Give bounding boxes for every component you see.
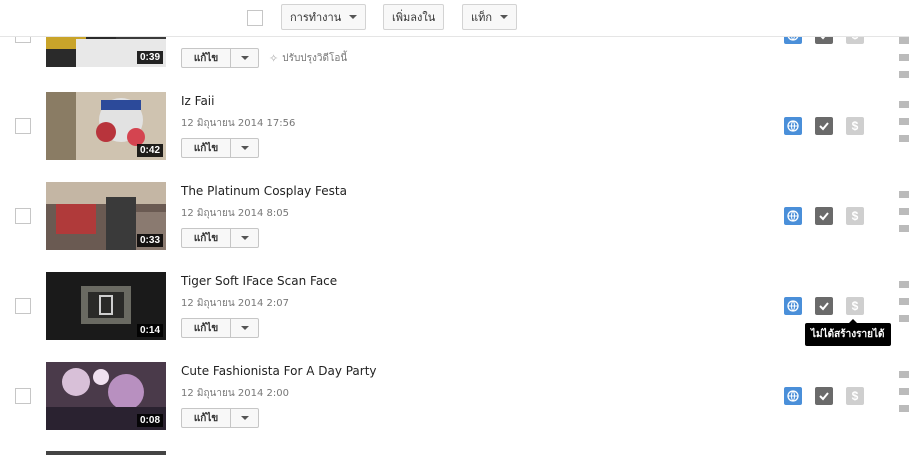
video-title[interactable]: Cute Fashionista For A Day Party: [181, 364, 377, 378]
edit-dropdown-button[interactable]: [231, 138, 259, 158]
duration-badge: 0:14: [136, 324, 163, 337]
edit-dropdown-button[interactable]: [231, 318, 259, 338]
chevron-down-icon: [240, 146, 249, 150]
duration-badge: 0:33: [136, 234, 163, 247]
video-row: 0:14 Tiger Soft IFace Scan Face 12 มิถุน…: [0, 261, 909, 351]
dollar-icon[interactable]: $: [846, 297, 864, 315]
video-title[interactable]: Tiger Soft IFace Scan Face: [181, 274, 337, 288]
stats-icons: [899, 101, 909, 152]
toolbar: การทำงาน เพิ่มลงใน แท็ก: [0, 0, 909, 37]
tags-button[interactable]: แท็ก: [462, 4, 518, 30]
check-icon[interactable]: [815, 297, 833, 315]
upload-date: 12 มิถุนายน 2014 2:07: [181, 298, 289, 309]
globe-icon[interactable]: [784, 297, 802, 315]
edit-button[interactable]: แก้ไข: [181, 48, 231, 68]
edit-button-group: แก้ไข: [181, 408, 259, 428]
video-thumbnail[interactable]: 0:42: [46, 92, 166, 160]
stats-icons: [899, 371, 909, 422]
edit-button[interactable]: แก้ไข: [181, 408, 231, 428]
row-checkbox[interactable]: [15, 388, 31, 404]
add-to-label: เพิ่มลงใน: [392, 11, 436, 24]
edit-dropdown-button[interactable]: [231, 228, 259, 248]
stats-icons: [899, 191, 909, 242]
monetization-tooltip: ไม่ได้สร้างรายได้: [805, 319, 891, 346]
row-checkbox[interactable]: [15, 298, 31, 314]
upload-date: 12 มิถุนายน 2014 17:56: [181, 118, 296, 129]
actions-label: การทำงาน: [290, 11, 342, 24]
magic-wand-icon: ✧: [269, 51, 279, 65]
enhance-video-link[interactable]: ✧ ปรับปรุงวิดีโอนี้: [269, 48, 347, 68]
edit-button-group: แก้ไข: [181, 318, 259, 338]
row-checkbox[interactable]: [15, 208, 31, 224]
actions-button[interactable]: การทำงาน: [281, 4, 367, 30]
edit-button[interactable]: แก้ไข: [181, 228, 231, 248]
duration-badge: 0:42: [136, 144, 163, 157]
video-thumbnail[interactable]: 0:14: [46, 272, 166, 340]
video-row: 0:33 The Platinum Cosplay Festa 12 มิถุน…: [0, 171, 909, 261]
globe-icon[interactable]: [784, 207, 802, 225]
chevron-down-icon: [240, 416, 249, 420]
globe-icon[interactable]: [784, 117, 802, 135]
upload-date: 12 มิถุนายน 2014 2:00: [181, 388, 289, 399]
edit-button-group: แก้ไข: [181, 228, 259, 248]
globe-icon[interactable]: [784, 387, 802, 405]
video-title[interactable]: The Platinum Cosplay Festa: [181, 184, 347, 198]
dollar-icon[interactable]: $: [846, 387, 864, 405]
video-row: 0:42 Iz Faii 12 มิถุนายน 2014 17:56 แก้ไ…: [0, 81, 909, 171]
next-video-thumbnail[interactable]: [46, 451, 166, 455]
video-row: 0:08 Cute Fashionista For A Day Party 12…: [0, 351, 909, 441]
duration-badge: 0:08: [136, 414, 163, 427]
select-all-checkbox[interactable]: [247, 10, 263, 26]
edit-button[interactable]: แก้ไข: [181, 138, 231, 158]
edit-dropdown-button[interactable]: [231, 408, 259, 428]
chevron-down-icon: [240, 56, 249, 60]
duration-badge: 0:39: [136, 51, 163, 64]
tags-label: แท็ก: [471, 11, 493, 24]
add-to-button[interactable]: เพิ่มลงใน: [383, 4, 445, 30]
dollar-icon[interactable]: $: [846, 207, 864, 225]
check-icon[interactable]: [815, 387, 833, 405]
edit-button-group: แก้ไข: [181, 138, 259, 158]
video-title[interactable]: Iz Faii: [181, 94, 214, 108]
chevron-down-icon: [240, 326, 249, 330]
edit-button[interactable]: แก้ไข: [181, 318, 231, 338]
edit-button-group: แก้ไข ✧ ปรับปรุงวิดีโอนี้: [181, 48, 347, 68]
dollar-icon[interactable]: $: [846, 117, 864, 135]
chevron-down-icon: [500, 15, 509, 19]
chevron-down-icon: [240, 236, 249, 240]
upload-date: 12 มิถุนายน 2014 8:05: [181, 208, 289, 219]
check-icon[interactable]: [815, 207, 833, 225]
enhance-label: ปรับปรุงวิดีโอนี้: [282, 52, 348, 64]
edit-dropdown-button[interactable]: [231, 48, 259, 68]
video-thumbnail[interactable]: 0:08: [46, 362, 166, 430]
row-checkbox[interactable]: [15, 118, 31, 134]
chevron-down-icon: [349, 15, 358, 19]
stats-icons: [899, 281, 909, 332]
video-thumbnail[interactable]: 0:33: [46, 182, 166, 250]
check-icon[interactable]: [815, 117, 833, 135]
